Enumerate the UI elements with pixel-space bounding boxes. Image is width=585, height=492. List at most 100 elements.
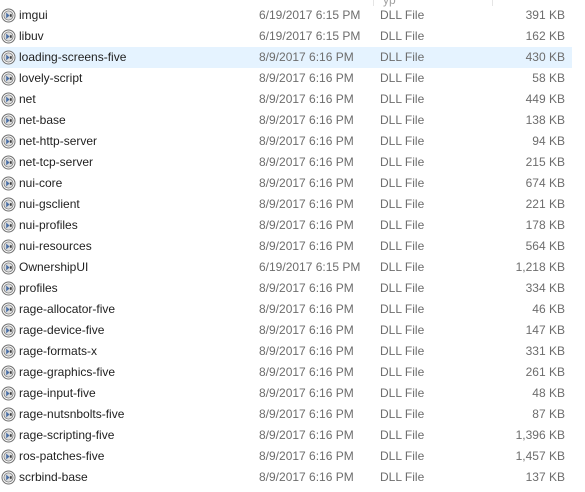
file-row[interactable]: net-base 8/9/2017 6:16 PM DLL File 138 KB [0, 110, 572, 131]
file-type: DLL File [380, 386, 425, 400]
file-size: 87 KB [532, 407, 565, 421]
dll-file-icon [1, 71, 16, 86]
file-row[interactable]: nui-resources 8/9/2017 6:16 PM DLL File 564… [0, 236, 572, 257]
file-date-modified: 8/9/2017 6:16 PM [259, 344, 354, 358]
file-row[interactable]: nui-core 8/9/2017 6:16 PM DLL File 674 KB [0, 173, 572, 194]
dll-file-icon [1, 407, 16, 422]
file-name: nui-gsclient [19, 197, 80, 211]
file-type: DLL File [380, 365, 425, 379]
file-size: 430 KB [525, 50, 565, 64]
file-type: DLL File [380, 176, 425, 190]
file-name: rage-input-five [19, 386, 96, 400]
file-date-modified: 6/19/2017 6:15 PM [259, 260, 361, 274]
dll-file-icon [1, 92, 16, 107]
file-type: DLL File [380, 29, 425, 43]
file-size: 334 KB [525, 281, 565, 295]
file-name: rage-graphics-five [19, 365, 116, 379]
file-size: 1,396 KB [515, 428, 565, 442]
dll-file-icon [1, 113, 16, 128]
file-date-modified: 8/9/2017 6:16 PM [259, 218, 354, 232]
file-type: DLL File [380, 71, 425, 85]
file-type: DLL File [380, 302, 425, 316]
file-type: DLL File [380, 155, 425, 169]
file-date-modified: 8/9/2017 6:16 PM [259, 113, 354, 127]
file-name: rage-device-five [19, 323, 105, 337]
file-row[interactable]: net 8/9/2017 6:16 PM DLL File 449 KB [0, 89, 572, 110]
file-row[interactable]: OwnershipUI 6/19/2017 6:15 PM DLL File 1,21… [0, 257, 572, 278]
dll-file-icon [1, 218, 16, 233]
file-list: yp imgui 6/19/2017 6:15 PM DLL File 391 KB l… [0, 0, 585, 492]
file-name: nui-resources [19, 239, 92, 253]
file-size: 46 KB [532, 302, 565, 316]
file-type: DLL File [380, 113, 425, 127]
file-date-modified: 6/19/2017 6:15 PM [259, 8, 361, 22]
file-size: 331 KB [525, 344, 565, 358]
file-size: 94 KB [532, 134, 565, 148]
file-date-modified: 8/9/2017 6:16 PM [259, 449, 354, 463]
file-size: 1,457 KB [515, 449, 565, 463]
file-row[interactable]: lovely-script 8/9/2017 6:16 PM DLL File 58 … [0, 68, 572, 89]
file-row[interactable]: rage-allocator-five 8/9/2017 6:16 PM DLL F… [0, 299, 572, 320]
file-row[interactable]: nui-profiles 8/9/2017 6:16 PM DLL File 178 … [0, 215, 572, 236]
file-row[interactable]: scrbind-base 8/9/2017 6:16 PM DLL File 137 … [0, 467, 572, 488]
file-size: 261 KB [525, 365, 565, 379]
file-name: rage-allocator-five [19, 302, 116, 316]
file-row[interactable]: net-tcp-server 8/9/2017 6:16 PM DLL File 21… [0, 152, 572, 173]
dll-file-icon [1, 428, 16, 443]
file-name: nui-core [19, 176, 63, 190]
file-size: 564 KB [525, 239, 565, 253]
file-date-modified: 8/9/2017 6:16 PM [259, 50, 354, 64]
file-size: 48 KB [532, 386, 565, 400]
file-date-modified: 8/9/2017 6:16 PM [259, 365, 354, 379]
dll-file-icon [1, 239, 16, 254]
dll-file-icon [1, 50, 16, 65]
file-size: 674 KB [525, 176, 565, 190]
file-row[interactable]: rage-device-five 8/9/2017 6:16 PM DLL File… [0, 320, 572, 341]
file-row[interactable]: loading-screens-five 8/9/2017 6:16 PM DLL … [0, 47, 572, 68]
file-date-modified: 8/9/2017 6:16 PM [259, 71, 354, 85]
file-row[interactable]: nui-gsclient 8/9/2017 6:16 PM DLL File 221 … [0, 194, 572, 215]
dll-file-icon [1, 344, 16, 359]
file-date-modified: 8/9/2017 6:16 PM [259, 470, 354, 484]
file-name: imgui [19, 8, 48, 22]
dll-file-icon [1, 281, 16, 296]
file-date-modified: 8/9/2017 6:16 PM [259, 323, 354, 337]
dll-file-icon [1, 302, 16, 317]
dll-file-icon [1, 29, 16, 44]
file-name: loading-screens-five [19, 50, 127, 64]
file-size: 178 KB [525, 218, 565, 232]
file-name: rage-scripting-five [19, 428, 115, 442]
file-type: DLL File [380, 428, 425, 442]
file-row[interactable]: rage-formats-x 8/9/2017 6:16 PM DLL File 33… [0, 341, 572, 362]
file-date-modified: 8/9/2017 6:16 PM [259, 134, 354, 148]
file-row[interactable]: rage-input-five 8/9/2017 6:16 PM DLL File 4… [0, 383, 572, 404]
file-name: net-http-server [19, 134, 98, 148]
dll-file-icon [1, 386, 16, 401]
file-size: 215 KB [525, 155, 565, 169]
file-type: DLL File [380, 197, 425, 211]
file-size: 137 KB [525, 470, 565, 484]
file-row[interactable]: rage-graphics-five 8/9/2017 6:16 PM DLL Fi… [0, 362, 572, 383]
file-name: lovely-script [19, 71, 83, 85]
file-row[interactable]: net-http-server 8/9/2017 6:16 PM DLL File 9… [0, 131, 572, 152]
file-type: DLL File [380, 344, 425, 358]
file-size: 138 KB [525, 113, 565, 127]
file-row[interactable]: imgui 6/19/2017 6:15 PM DLL File 391 KB [0, 5, 572, 26]
file-name: ros-patches-five [19, 449, 105, 463]
file-size: 147 KB [525, 323, 565, 337]
file-name: net-tcp-server [19, 155, 94, 169]
file-type: DLL File [380, 134, 425, 148]
file-date-modified: 8/9/2017 6:16 PM [259, 197, 354, 211]
dll-file-icon [1, 155, 16, 170]
file-type: DLL File [380, 8, 425, 22]
file-row[interactable]: libuv 6/19/2017 6:15 PM DLL File 162 KB [0, 26, 572, 47]
file-row[interactable]: profiles 8/9/2017 6:16 PM DLL File 334 KB [0, 278, 572, 299]
dll-file-icon [1, 197, 16, 212]
file-row[interactable]: rage-scripting-five 8/9/2017 6:16 PM DLL F… [0, 425, 572, 446]
file-row[interactable]: rage-nutsnbolts-five 8/9/2017 6:16 PM DLL … [0, 404, 572, 425]
file-type: DLL File [380, 218, 425, 232]
file-row[interactable]: ros-patches-five 8/9/2017 6:16 PM DLL File… [0, 446, 572, 467]
file-date-modified: 8/9/2017 6:16 PM [259, 428, 354, 442]
file-date-modified: 6/19/2017 6:15 PM [259, 29, 361, 43]
file-date-modified: 8/9/2017 6:16 PM [259, 239, 354, 253]
